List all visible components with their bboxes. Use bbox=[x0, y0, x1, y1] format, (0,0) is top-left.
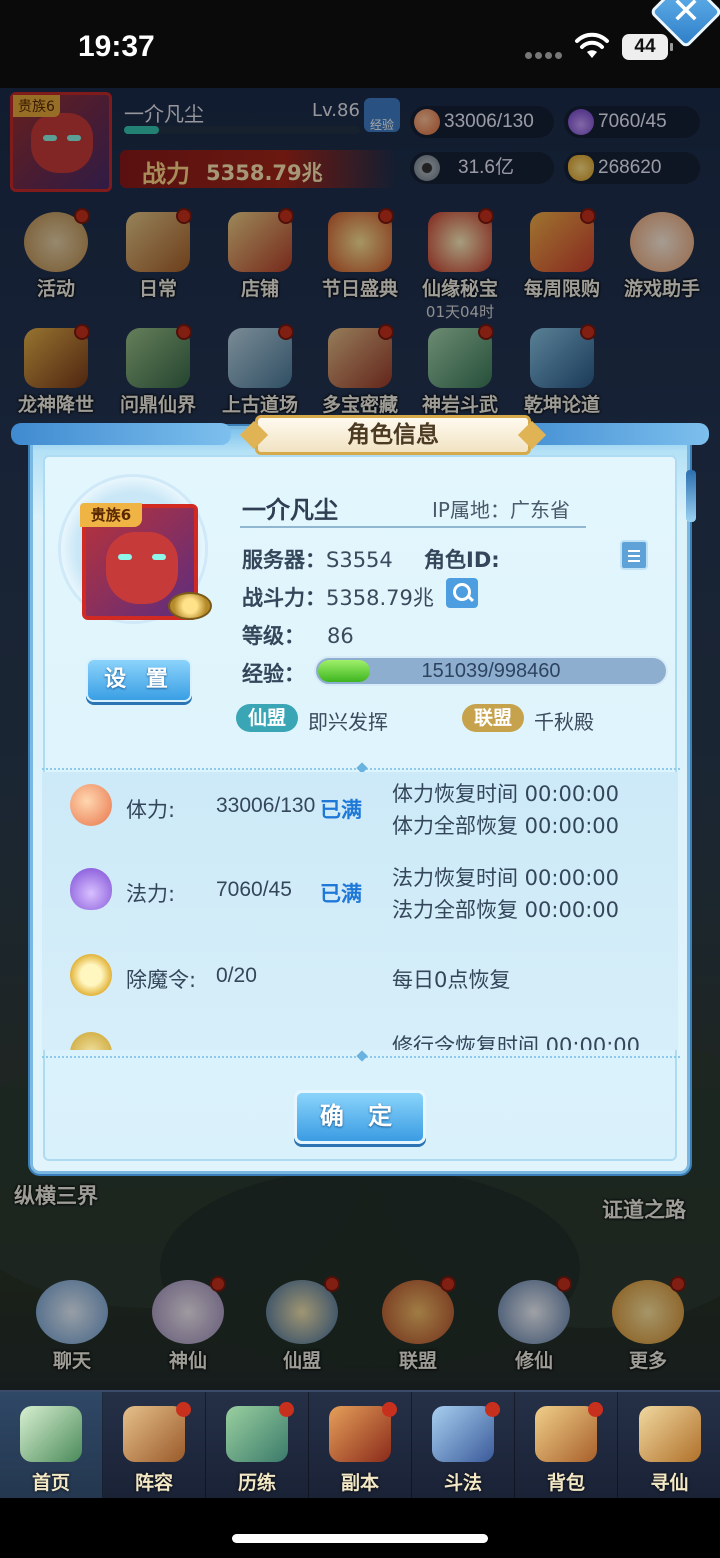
stat-row-demon-token: 除魔令: 0/20 每日0点恢复 bbox=[42, 942, 678, 1012]
sect-name: 即兴发挥 bbox=[308, 710, 388, 734]
home-indicator[interactable] bbox=[232, 1534, 488, 1543]
bottom-tab-bar: 首页 阵容 历练 副本 斗法 背包 寻仙 bbox=[0, 1390, 720, 1498]
server-row: 服务器：S3554 bbox=[242, 548, 393, 572]
status-time: 19:37 bbox=[78, 30, 155, 63]
section-divider-bottom bbox=[42, 1050, 680, 1062]
tab-seek[interactable]: 寻仙 bbox=[618, 1392, 720, 1498]
full-status: 已满 bbox=[320, 798, 362, 822]
tab-home[interactable]: 首页 bbox=[0, 1392, 103, 1498]
ip-location: IP属地：广东省 bbox=[432, 498, 570, 522]
level-row: 等级： 86 bbox=[242, 624, 354, 648]
peach-icon bbox=[70, 784, 112, 826]
stats-scroll-list[interactable]: 体力: 33006/130 已满 体力恢复时间 00:00:00 体力全部恢复 … bbox=[42, 772, 678, 1050]
gate-icon bbox=[329, 1402, 397, 1462]
alliance-badge: 联盟 bbox=[462, 704, 524, 732]
search-icon[interactable] bbox=[446, 578, 478, 608]
sect-badge: 仙盟 bbox=[236, 704, 298, 732]
dialog-title-plate: 角色信息 bbox=[255, 415, 531, 455]
demon-token-icon bbox=[70, 954, 112, 996]
stat-row-cultivation: 修行令恢复时间 00:00:00 bbox=[42, 1020, 678, 1050]
noble-badge: 贵族6 bbox=[80, 503, 142, 527]
stat-row-mana: 法力: 7060/45 已满 法力恢复时间 00:00:00 法力全部恢复 00… bbox=[42, 856, 678, 926]
gourd-icon bbox=[226, 1402, 294, 1462]
name-underline bbox=[240, 526, 586, 528]
face-portrait bbox=[106, 532, 178, 604]
exp-progress-bar: 151039/998460 bbox=[314, 656, 668, 686]
tab-experience[interactable]: 历练 bbox=[206, 1392, 309, 1498]
cards-icon bbox=[123, 1402, 191, 1462]
dialog-title: 角色信息 bbox=[347, 422, 439, 448]
full-status: 已满 bbox=[320, 882, 362, 906]
tab-battle[interactable]: 斗法 bbox=[412, 1392, 515, 1498]
tab-dungeon[interactable]: 副本 bbox=[309, 1392, 412, 1498]
mana-flame-icon bbox=[70, 868, 112, 910]
tab-bag[interactable]: 背包 bbox=[515, 1392, 618, 1498]
battery-icon: 44 bbox=[622, 34, 673, 60]
rank-medal-icon bbox=[168, 592, 212, 620]
exp-row: 经验： bbox=[242, 662, 305, 686]
bottom-safe-area bbox=[0, 1498, 720, 1558]
role-name: 一介凡尘 bbox=[242, 496, 338, 524]
home-mountain-icon bbox=[20, 1406, 82, 1462]
bag-icon bbox=[535, 1402, 603, 1462]
combat-power-row: 战斗力：5358.79兆 bbox=[242, 586, 434, 610]
alliance-name: 千秋殿 bbox=[534, 710, 594, 734]
copy-icon[interactable] bbox=[620, 540, 648, 570]
settings-button[interactable]: 设 置 bbox=[86, 658, 192, 702]
stat-row-stamina: 体力: 33006/130 已满 体力恢复时间 00:00:00 体力全部恢复 … bbox=[42, 772, 678, 842]
exp-progress-text: 151039/998460 bbox=[421, 660, 561, 682]
cellular-dots-icon bbox=[525, 44, 565, 59]
cultivation-token-icon bbox=[70, 1032, 112, 1050]
title-wing-left bbox=[11, 423, 231, 445]
section-divider-top bbox=[42, 762, 680, 774]
tassel-decoration bbox=[686, 470, 696, 522]
swords-icon bbox=[432, 1402, 500, 1462]
status-bar: 19:37 44 bbox=[0, 0, 720, 88]
tab-lineup[interactable]: 阵容 bbox=[103, 1392, 206, 1498]
role-id-row: 角色ID: bbox=[424, 548, 500, 572]
close-icon: ✕ bbox=[670, 0, 702, 32]
wifi-icon bbox=[575, 32, 609, 58]
seek-scroll-icon bbox=[638, 1406, 701, 1462]
confirm-button[interactable]: 确 定 bbox=[294, 1090, 426, 1144]
